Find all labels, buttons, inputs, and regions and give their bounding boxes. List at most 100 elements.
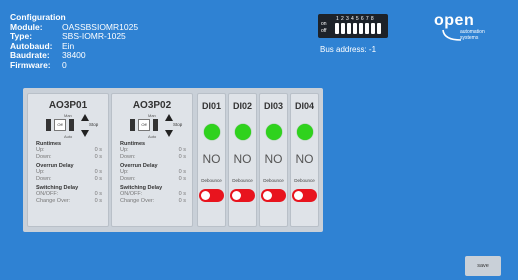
runtime-down-row: Down: 0 s	[120, 154, 192, 161]
dip-key-8[interactable]	[377, 23, 381, 34]
row-label: Up:	[36, 147, 45, 153]
logo-swoosh-icon	[442, 29, 462, 41]
arrow-down-icon[interactable]	[81, 130, 89, 137]
runtime-down-row: Down: 0 s	[36, 154, 108, 161]
status-led-icon	[296, 124, 313, 140]
dip-keys	[335, 23, 381, 34]
row-label: Change Over:	[36, 198, 71, 204]
row-value: 0 s	[94, 176, 102, 182]
mode-switch-right[interactable]	[69, 119, 74, 131]
dip-on-label: on	[321, 21, 327, 27]
digital-input-card-di02: DI02 NO Debounce	[228, 93, 257, 227]
mode-switch-left[interactable]	[130, 119, 135, 131]
status-led-icon	[265, 124, 282, 140]
row-value: 0 s	[94, 154, 102, 160]
di-name: DI01	[201, 101, 221, 111]
row-value: 0 s	[178, 147, 186, 153]
debounce-toggle[interactable]	[261, 189, 286, 202]
row-value: 0 s	[178, 154, 186, 160]
dip-key-1[interactable]	[335, 23, 339, 34]
row-label: Up:	[36, 169, 45, 175]
row-label: ON/OFF:	[36, 191, 59, 197]
debounce-toggle[interactable]	[292, 189, 317, 202]
arrow-up-icon[interactable]	[165, 114, 173, 121]
di-state: NO	[202, 152, 221, 166]
open-automation-logo: open automation systems	[434, 12, 498, 48]
toggle-knob	[201, 191, 210, 200]
logo-line2: systems	[460, 34, 479, 41]
man-label: Man	[148, 113, 156, 118]
config-row-firmware: Firmware: 0	[10, 59, 138, 71]
status-led-icon	[203, 124, 220, 140]
overrun-up-row: Up: 0 s	[120, 169, 192, 176]
save-button[interactable]: save	[465, 256, 501, 276]
debounce-toggle[interactable]	[199, 189, 224, 202]
mode-switch-off[interactable]: Off	[54, 119, 66, 131]
bus-address: Bus address: -1	[320, 45, 377, 54]
row-label: Down:	[120, 154, 136, 160]
auto-label: Auto	[64, 134, 73, 139]
dip-key-3[interactable]	[347, 23, 351, 34]
overrun-up-row: Up: 0 s	[36, 169, 108, 176]
row-label: Down:	[36, 176, 52, 182]
mode-switch-right[interactable]	[153, 119, 158, 131]
status-led-icon	[234, 124, 251, 140]
runtime-up-row: Up: 0 s	[36, 147, 108, 154]
config-label: Firmware:	[10, 59, 51, 70]
row-value: 0 s	[178, 176, 186, 182]
di-name: DI02	[232, 101, 252, 111]
dip-key-5[interactable]	[359, 23, 363, 34]
row-label: Down:	[36, 154, 52, 160]
mode-switch-left[interactable]	[46, 119, 51, 131]
dip-key-6[interactable]	[365, 23, 369, 34]
ao-name: AO3P01	[48, 100, 88, 111]
overrun-down-row: Down: 0 s	[36, 176, 108, 183]
dip-off-label: off	[321, 28, 327, 34]
dip-key-4[interactable]	[353, 23, 357, 34]
di-name: DI04	[294, 101, 314, 111]
ao-name: AO3P02	[132, 100, 172, 111]
switching-change-row: Change Over: 0 s	[120, 198, 192, 205]
runtime-up-row: Up: 0 s	[120, 147, 192, 154]
debounce-label: Debounce	[294, 178, 315, 183]
row-label: ON/OFF:	[120, 191, 143, 197]
di-state: NO	[295, 152, 314, 166]
switching-onoff-row: ON/OFF: 0 s	[120, 191, 192, 198]
row-value: 0 s	[94, 191, 102, 197]
analog-output-card-ao3p02: AO3P02 Man Off Auto Stop Runtimes Up: 0 …	[111, 93, 193, 227]
mode-selector: Man Off Auto Stop	[28, 113, 108, 139]
man-label: Man	[64, 113, 72, 118]
dip-key-7[interactable]	[371, 23, 375, 34]
di-state: NO	[233, 152, 252, 166]
debounce-label: Debounce	[263, 178, 284, 183]
mode-switch-off[interactable]: Off	[138, 119, 150, 131]
row-label: Change Over:	[120, 198, 155, 204]
auto-label: Auto	[148, 134, 157, 139]
row-label: Down:	[120, 176, 136, 182]
arrow-up-icon[interactable]	[81, 114, 89, 121]
arrow-down-icon[interactable]	[165, 130, 173, 137]
logo-subtitle: automation systems	[460, 29, 485, 41]
row-label: Up:	[120, 147, 129, 153]
toggle-knob	[263, 191, 272, 200]
row-label: Up:	[120, 169, 129, 175]
config-value: 0	[62, 59, 67, 70]
configuration-info: Configuration Module: OASSBSIOMR1025 Typ…	[10, 12, 138, 71]
dip-switch[interactable]: 12345678 on off	[318, 14, 388, 38]
dip-key-2[interactable]	[341, 23, 345, 34]
stop-label[interactable]: Stop	[173, 122, 182, 127]
stop-label[interactable]: Stop	[89, 122, 98, 127]
toggle-knob	[232, 191, 241, 200]
analog-output-card-ao3p01: AO3P01 Man Off Auto Stop Runtimes Up: 0 …	[27, 93, 109, 227]
debounce-toggle[interactable]	[230, 189, 255, 202]
di-name: DI03	[263, 101, 283, 111]
debounce-label: Debounce	[201, 178, 222, 183]
toggle-knob	[294, 191, 303, 200]
digital-input-card-di03: DI03 NO Debounce	[259, 93, 288, 227]
dip-on-off-labels: on off	[321, 21, 327, 35]
debounce-label: Debounce	[232, 178, 253, 183]
row-value: 0 s	[94, 147, 102, 153]
dip-numbers: 12345678	[336, 16, 376, 22]
switching-onoff-row: ON/OFF: 0 s	[36, 191, 108, 198]
digital-input-card-di04: DI04 NO Debounce	[290, 93, 319, 227]
